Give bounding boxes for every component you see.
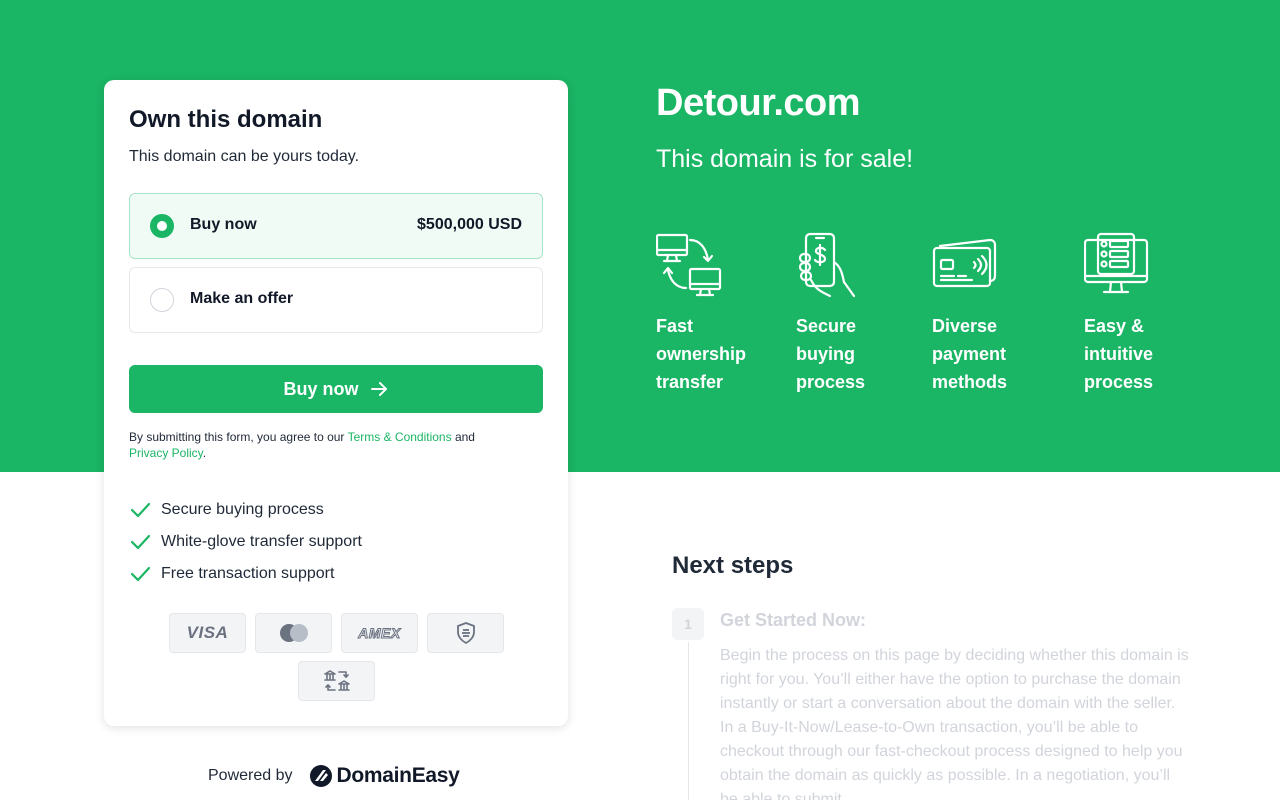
benefits-list: Secure buying process White-glove transf… [129, 494, 362, 590]
option-label: Make an offer [190, 290, 294, 307]
buy-now-label: Buy now [283, 378, 359, 399]
feature-easy-process: Easy & intuitive process [1084, 232, 1214, 396]
benefit-label: Free transaction support [161, 565, 335, 582]
step-connector [688, 642, 689, 800]
mastercard-logo-icon [279, 624, 308, 642]
domaineasy-logo[interactable]: DomainEasy [309, 764, 460, 788]
benefit-item: Free transaction support [129, 558, 362, 590]
radio-selected[interactable] [150, 214, 174, 238]
legal-text: . [202, 446, 207, 460]
feature-payment-methods: Diverse payment methods [932, 232, 1062, 396]
phone-payment-icon [798, 232, 856, 298]
transfer-computers-icon [656, 233, 722, 297]
escrow-badge [427, 613, 504, 653]
brand-name: DomainEasy [336, 764, 460, 787]
step-number: 1 [672, 608, 704, 640]
visa-badge: VISA [169, 613, 246, 653]
checkmark-icon [130, 502, 151, 518]
mastercard-badge [255, 613, 332, 653]
buy-now-button[interactable]: Buy now [129, 365, 543, 413]
credit-card-icon [932, 238, 997, 288]
benefit-label: White-glove transfer support [161, 533, 362, 550]
visa-logo-icon: VISA [186, 623, 229, 642]
arrow-right-icon [370, 382, 387, 396]
domain-tagline: This domain is for sale! [656, 145, 914, 173]
amex-logo-icon: AMEX [358, 625, 401, 642]
domain-title: Detour.com [656, 82, 861, 124]
legal-text: By submitting this form, you agree to ou… [129, 430, 348, 444]
purchase-card: Own this domain This domain can be yours… [104, 80, 568, 726]
option-label: Buy now [190, 216, 257, 233]
card-subtitle: This domain can be yours today. [129, 148, 360, 165]
amex-badge: AMEX [341, 613, 418, 653]
radio-unselected[interactable] [150, 288, 174, 312]
feature-label: Easy & intuitive process [1084, 316, 1154, 392]
feature-fast-transfer: Fast ownership transfer [656, 232, 786, 396]
option-buy-now[interactable]: Buy now $500,000 USD [129, 193, 543, 259]
privacy-link[interactable]: Privacy Policy [129, 446, 203, 460]
benefit-item: White-glove transfer support [129, 526, 362, 558]
feature-label: Fast ownership transfer [656, 316, 747, 392]
domaineasy-mark-icon [309, 765, 332, 787]
legal-text: and [451, 430, 475, 444]
powered-by-label: Powered by [208, 767, 293, 784]
shield-icon [456, 622, 475, 644]
option-make-offer[interactable]: Make an offer [129, 267, 543, 333]
step-body: Begin the process on this page by decidi… [720, 647, 1189, 800]
card-title: Own this domain [129, 106, 323, 133]
option-price: $500,000 USD [417, 216, 522, 233]
feature-label: Diverse payment methods [932, 316, 1008, 392]
checkmark-icon [130, 534, 151, 550]
bank-transfer-icon [323, 670, 350, 691]
terms-link[interactable]: Terms & Conditions [348, 430, 452, 444]
feature-secure-buying: Secure buying process [796, 232, 926, 396]
feature-label: Secure buying process [796, 316, 866, 392]
next-steps-title: Next steps [672, 552, 794, 579]
monitor-checklist-icon [1084, 232, 1149, 294]
legal-notice: By submitting this form, you agree to ou… [129, 429, 529, 461]
checkmark-icon [130, 566, 151, 582]
benefit-label: Secure buying process [161, 501, 324, 518]
step-title: Get Started Now: [720, 610, 867, 630]
benefit-item: Secure buying process [129, 494, 362, 526]
powered-by: Powered by DomainEasy [208, 764, 460, 788]
bank-transfer-badge [298, 661, 375, 701]
